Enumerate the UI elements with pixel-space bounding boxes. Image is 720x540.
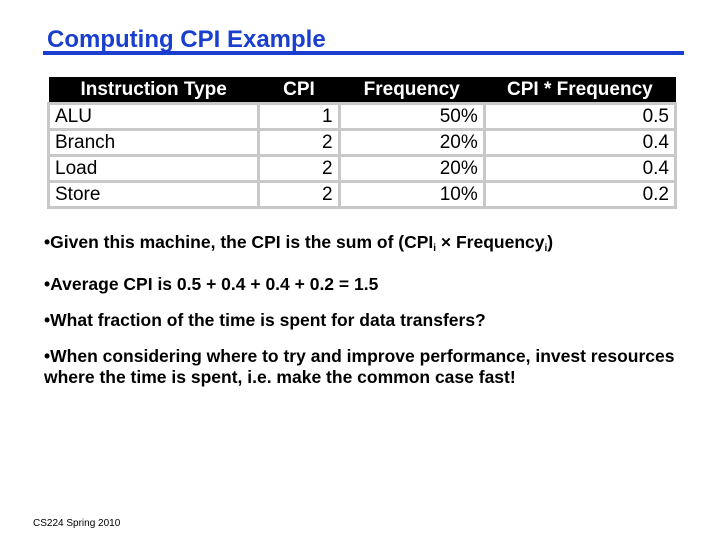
slide-title: Computing CPI Example	[47, 26, 326, 53]
cell-instruction-type: Store	[46, 180, 261, 209]
header-cpi: CPI	[258, 77, 340, 104]
cell-cpi-frequency: 0.4	[482, 128, 678, 157]
cell-cpi: 2	[257, 180, 341, 209]
title-underline	[43, 51, 684, 55]
cell-cpi: 2	[257, 128, 341, 157]
cell-instruction-type: Branch	[46, 128, 261, 157]
cell-cpi-frequency: 0.5	[482, 102, 678, 131]
bullet-list: •Given this machine, the CPI is the sum …	[44, 232, 684, 403]
bullet-text: •Given this machine, the CPI is the sum …	[44, 232, 434, 252]
cell-frequency: 50%	[337, 102, 486, 131]
cell-cpi-frequency: 0.4	[482, 154, 678, 183]
header-cpi-times-frequency: CPI * Frequency	[484, 77, 676, 104]
table-row: Store 2 10% 0.2	[46, 180, 678, 209]
cell-frequency: 10%	[337, 180, 486, 209]
cell-instruction-type: ALU	[46, 102, 261, 131]
bullet-text: )	[547, 232, 554, 252]
cell-instruction-type: Load	[46, 154, 261, 183]
table-header-row: Instruction Type CPI Frequency CPI * Fre…	[48, 77, 676, 104]
bullet-data-transfer-question: •What fraction of the time is spent for …	[44, 310, 486, 330]
table-row: Load 2 20% 0.4	[46, 154, 678, 183]
table-row: ALU 1 50% 0.5	[46, 102, 678, 131]
cell-frequency: 20%	[337, 154, 486, 183]
cell-cpi-frequency: 0.2	[482, 180, 678, 209]
cell-cpi: 1	[257, 102, 341, 131]
cpi-table: Instruction Type CPI Frequency CPI * Fre…	[46, 77, 678, 209]
cell-frequency: 20%	[337, 128, 486, 157]
bullet-text: × Frequency	[436, 232, 545, 252]
bullet-common-case: •When considering where to try and impro…	[44, 346, 675, 387]
header-frequency: Frequency	[339, 77, 485, 104]
header-instruction-type: Instruction Type	[48, 77, 259, 104]
cell-cpi: 2	[257, 154, 341, 183]
bullet-cpi-definition: •Given this machine, the CPI is the sum …	[44, 232, 684, 259]
table-row: Branch 2 20% 0.4	[46, 128, 678, 157]
slide-footer: CS224 Spring 2010	[33, 518, 121, 529]
bullet-average-cpi: •Average CPI is 0.5 + 0.4 + 0.4 + 0.2 = …	[44, 274, 379, 294]
